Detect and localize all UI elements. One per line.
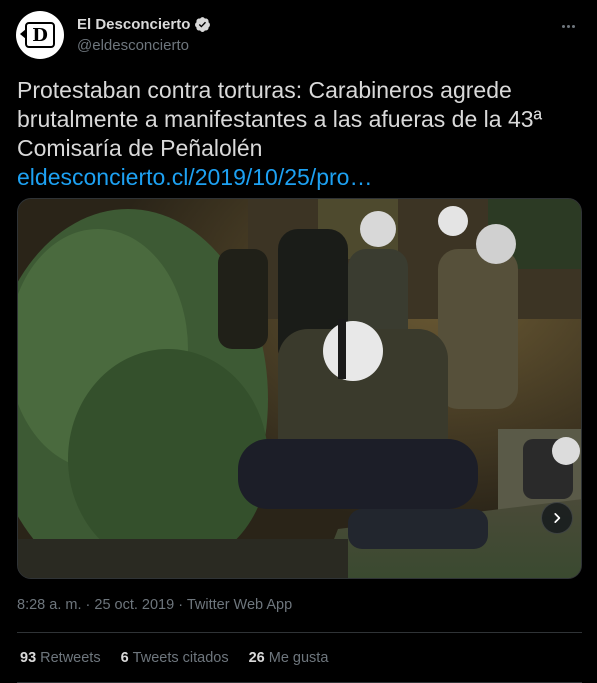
- chevron-right-icon: [554, 513, 561, 523]
- display-name[interactable]: El Desconcierto: [77, 16, 190, 33]
- author-handle[interactable]: @eldesconcierto: [77, 37, 211, 54]
- stat-count: 26: [248, 650, 265, 666]
- tweet-header: D El Desconcierto @eldesconcierto: [16, 11, 581, 63]
- stat-retweets[interactable]: 93 Retweets: [20, 650, 101, 666]
- stat-count: 6: [120, 650, 129, 666]
- tweet-stats: 93 Retweets 6 Tweets citados 26 Me gusta: [20, 650, 328, 666]
- more-horizontal-icon[interactable]: [555, 13, 581, 39]
- next-media-button[interactable]: [541, 502, 573, 534]
- tweet-body: Protestaban contra torturas: Carabineros…: [17, 77, 543, 161]
- tweet-date[interactable]: 25 oct. 2019: [94, 597, 174, 613]
- tweet-source[interactable]: Twitter Web App: [187, 597, 292, 613]
- stat-label: Me gusta: [268, 650, 329, 666]
- meta-separator: ·: [174, 597, 187, 613]
- stat-count: 93: [20, 650, 37, 666]
- stat-likes[interactable]: 26 Me gusta: [249, 650, 329, 666]
- stat-label: Retweets: [40, 650, 101, 666]
- verified-badge-icon: [195, 16, 211, 32]
- display-name-row: El Desconcierto: [77, 14, 211, 34]
- stat-label: Tweets citados: [132, 650, 229, 666]
- tweet-link[interactable]: eldesconcierto.cl/2019/10/25/pro…: [17, 163, 582, 192]
- tweet-meta: 8:28 a. m. · 25 oct. 2019 · Twitter Web …: [17, 597, 292, 613]
- tweet-time[interactable]: 8:28 a. m.: [17, 597, 81, 613]
- tweet: D El Desconcierto @eldesconcierto Protes…: [0, 0, 597, 683]
- brand-logo-icon: D: [20, 22, 55, 48]
- stat-quote-tweets[interactable]: 6 Tweets citados: [121, 650, 229, 666]
- author-names: El Desconcierto @eldesconcierto: [77, 14, 211, 54]
- avatar-glyph: D: [32, 24, 48, 46]
- meta-separator: ·: [81, 597, 95, 613]
- media-photo: [18, 199, 581, 578]
- avatar[interactable]: D: [16, 11, 64, 59]
- tweet-media[interactable]: [17, 198, 582, 579]
- divider: [17, 632, 582, 633]
- tweet-text: Protestaban contra torturas: Carabineros…: [17, 76, 582, 192]
